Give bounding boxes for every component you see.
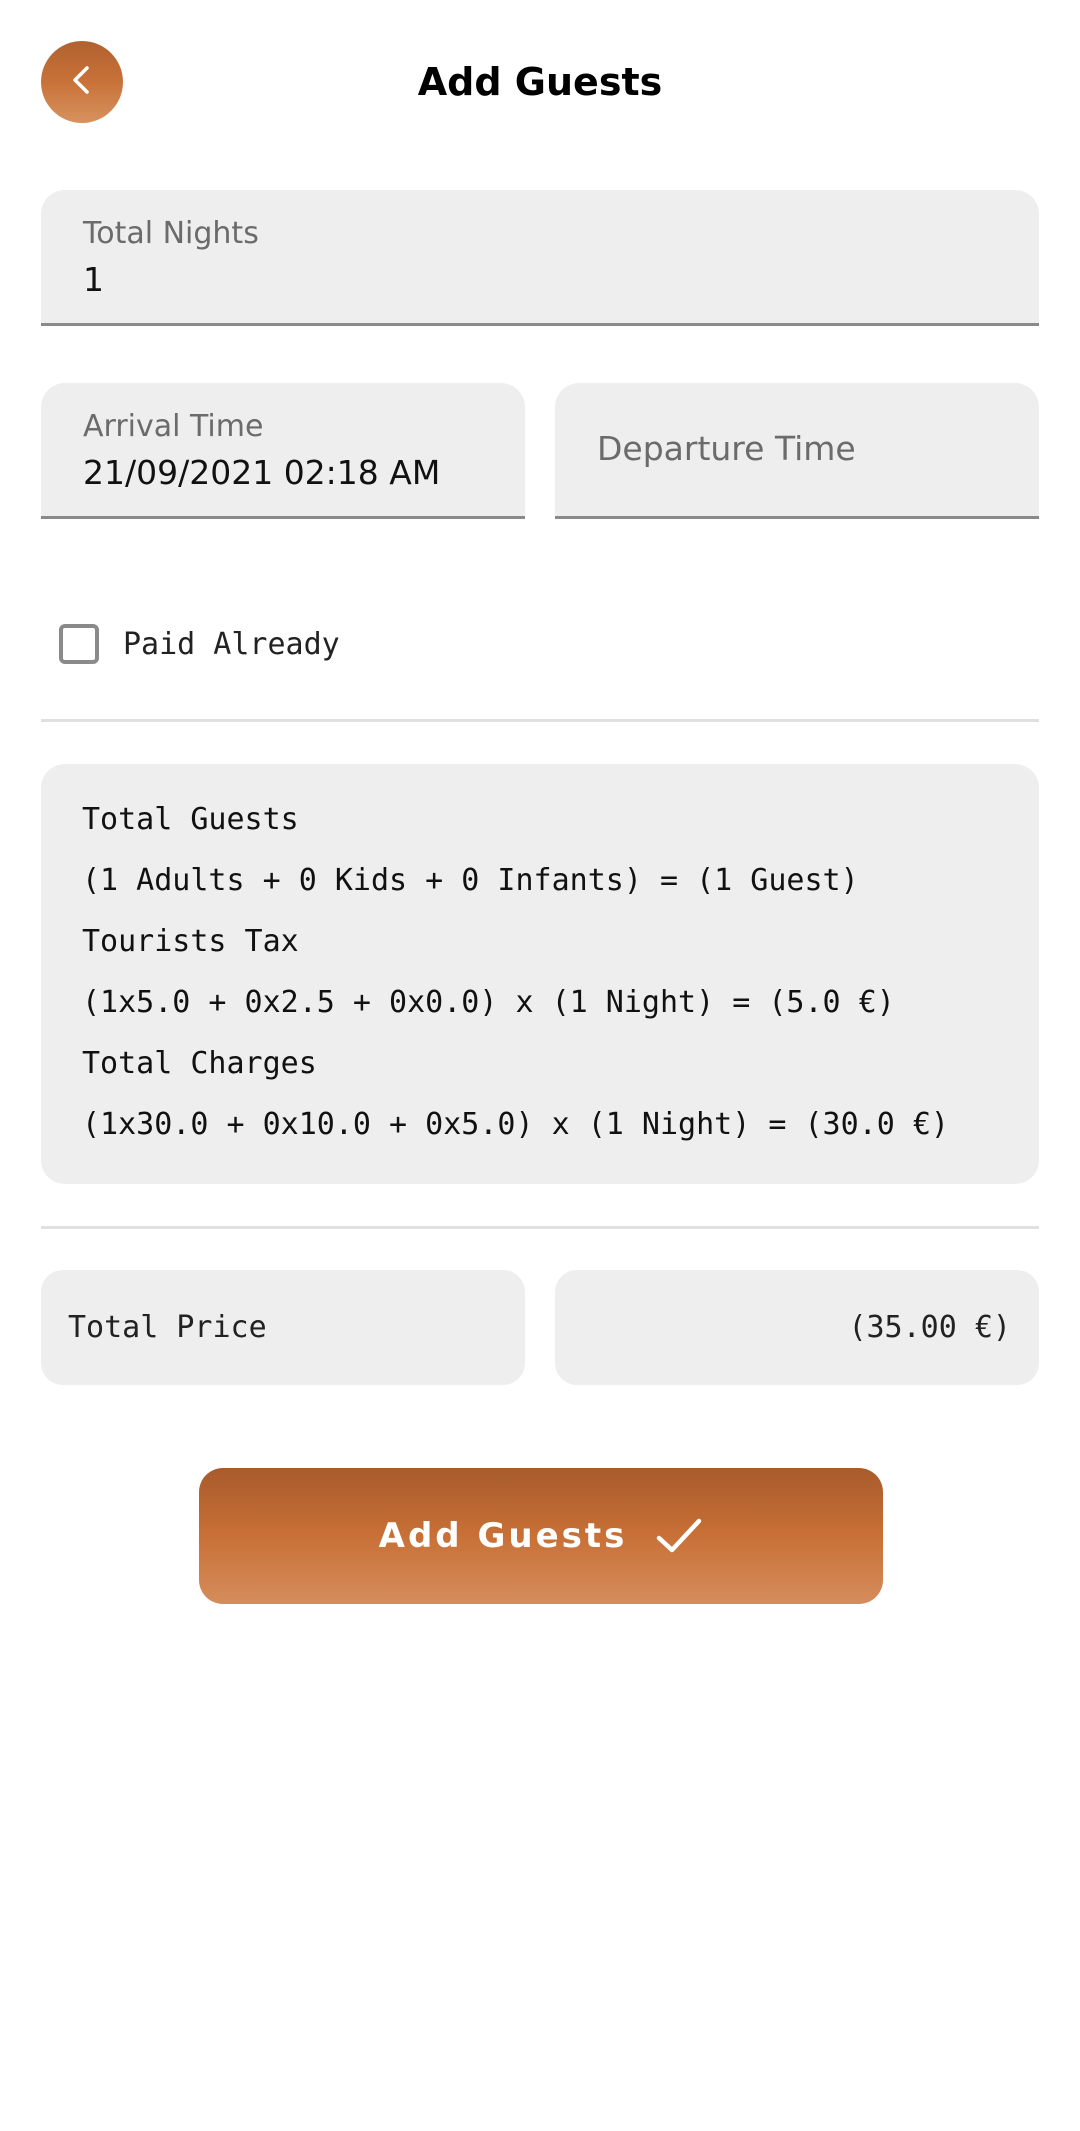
total-nights-label: Total Nights [83, 216, 259, 251]
total-guests-title: Total Guests [82, 802, 299, 837]
total-price-value: (35.00 €) [848, 1310, 1011, 1345]
add-guests-button-label: Add Guests [378, 1516, 628, 1556]
total-nights-value: 1 [83, 260, 104, 299]
total-price-label-box: Total Price [41, 1270, 525, 1385]
total-guests-detail: (1 Adults + 0 Kids + 0 Infants) = (1 Gue… [82, 863, 859, 898]
tourists-tax-detail: (1x5.0 + 0x2.5 + 0x0.0) x (1 Night) = (5… [82, 985, 895, 1020]
tourists-tax-title: Tourists Tax [82, 924, 299, 959]
arrival-time-label: Arrival Time [83, 409, 264, 444]
page-title: Add Guests [417, 60, 663, 104]
divider-top [41, 719, 1039, 722]
arrival-time-value: 21/09/2021 02:18 AM [83, 453, 441, 492]
charges-summary: Total Guests (1 Adults + 0 Kids + 0 Infa… [41, 764, 1039, 1184]
arrival-time-field[interactable]: Arrival Time 21/09/2021 02:18 AM [41, 383, 525, 519]
checkbox-icon[interactable] [59, 624, 99, 664]
total-charges-detail: (1x30.0 + 0x10.0 + 0x5.0) x (1 Night) = … [82, 1107, 949, 1142]
total-nights-field[interactable]: Total Nights 1 [41, 190, 1039, 326]
total-charges-title: Total Charges [82, 1046, 317, 1081]
departure-time-placeholder: Departure Time [597, 429, 856, 468]
total-price-value-box: (35.00 €) [555, 1270, 1039, 1385]
divider-bottom [41, 1226, 1039, 1229]
paid-already-checkbox[interactable]: Paid Already [59, 620, 340, 668]
add-guests-button[interactable]: Add Guests [199, 1468, 883, 1604]
check-icon [655, 1516, 703, 1556]
paid-already-label: Paid Already [123, 626, 340, 662]
total-price-label: Total Price [68, 1310, 267, 1345]
departure-time-field[interactable]: Departure Time [555, 383, 1039, 519]
